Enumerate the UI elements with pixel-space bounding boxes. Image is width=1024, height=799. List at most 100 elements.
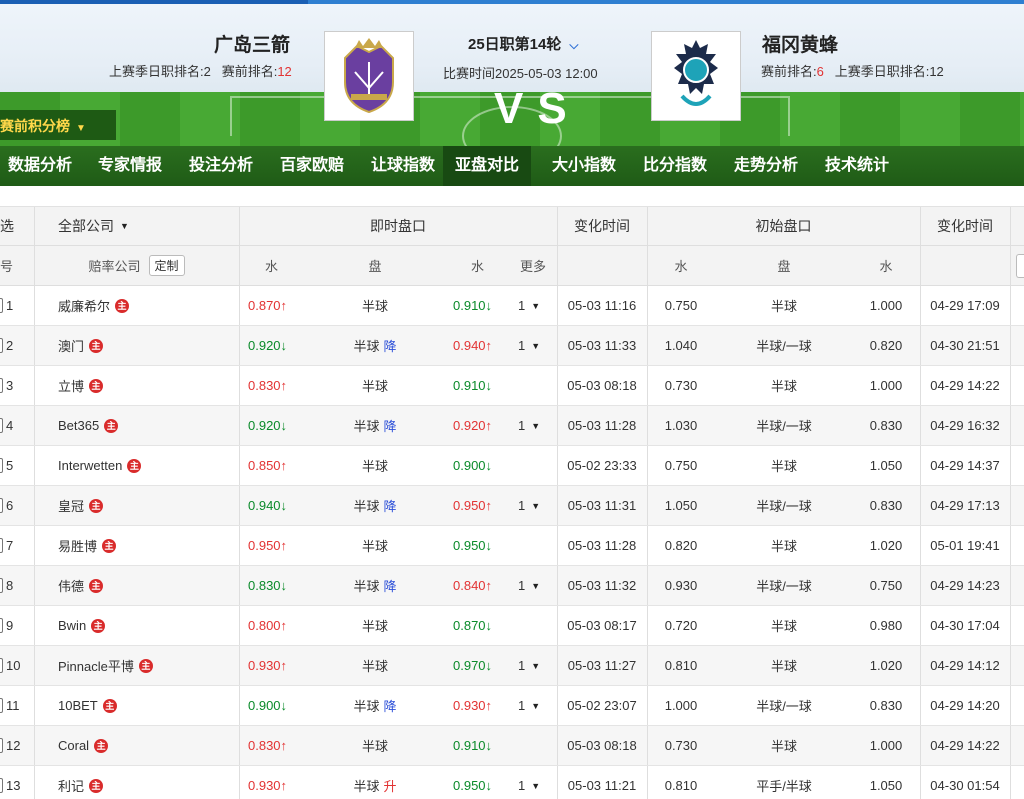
- live-water-home[interactable]: 0.930 ↑: [248, 766, 308, 799]
- live-water-away[interactable]: 0.910 ↓: [453, 366, 513, 405]
- row-checkbox[interactable]: [0, 298, 3, 313]
- company-cell[interactable]: 皇冠主: [58, 486, 238, 525]
- more-dropdown[interactable]: 1 ▼: [518, 406, 548, 445]
- more-dropdown[interactable]: 1 ▼: [518, 326, 548, 365]
- live-handicap[interactable]: 半球降: [330, 406, 420, 445]
- company-cell[interactable]: 澳门主: [58, 326, 238, 365]
- live-water-home[interactable]: 0.830 ↑: [248, 726, 308, 765]
- live-water-home[interactable]: 0.830 ↓: [248, 566, 308, 605]
- nav-tab[interactable]: 亚盘对比: [443, 146, 531, 186]
- live-water-away[interactable]: 0.910 ↓: [453, 726, 513, 765]
- company-cell[interactable]: 立博主: [58, 366, 238, 405]
- away-team-logo[interactable]: [651, 31, 741, 121]
- nav-tab[interactable]: 走势分析: [728, 146, 804, 186]
- live-water-home[interactable]: 0.830 ↑: [248, 366, 308, 405]
- company-cell[interactable]: Bwin 主: [58, 606, 238, 645]
- live-handicap[interactable]: 半球: [330, 606, 420, 645]
- away-team-name[interactable]: 福冈黄蜂: [762, 30, 838, 57]
- company-filter-dropdown[interactable]: 全部公司 ▼: [34, 207, 239, 245]
- row-checkbox[interactable]: [0, 538, 3, 553]
- live-handicap[interactable]: 半球降: [330, 566, 420, 605]
- nav-tab[interactable]: 数据分析: [2, 146, 78, 186]
- table-row[interactable]: 5 Interwetten 主 0.850 ↑ 半球 0.900 ↓ 05-02 23:33 0.…: [0, 446, 1024, 486]
- live-water-away[interactable]: 0.970 ↓: [453, 646, 513, 685]
- live-water-away[interactable]: 0.870 ↓: [453, 606, 513, 645]
- table-row[interactable]: 3 立博主 0.830 ↑ 半球 0.910 ↓ 05-03 08:18 0.730 半球 1.00…: [0, 366, 1024, 406]
- live-water-away[interactable]: 0.840 ↑: [453, 566, 513, 605]
- nav-tab[interactable]: 让球指数: [365, 146, 441, 186]
- more-dropdown[interactable]: 1 ▼: [518, 766, 548, 799]
- table-row[interactable]: 4 Bet365 主 0.920 ↓ 半球降 0.920 ↑ 1 ▼ 05-03 11:28 1.03…: [0, 406, 1024, 446]
- row-checkbox[interactable]: [0, 578, 3, 593]
- company-cell[interactable]: Bet365 主: [58, 406, 238, 445]
- standings-button[interactable]: 赛前积分榜 ▼: [0, 110, 116, 140]
- table-row[interactable]: 2 澳门主 0.920 ↓ 半球降 0.940 ↑ 1 ▼ 05-03 11:33 1.040 半球/…: [0, 326, 1024, 366]
- live-water-away[interactable]: 0.920 ↑: [453, 406, 513, 445]
- table-row[interactable]: 7 易胜博主 0.950 ↑ 半球 0.950 ↓ 05-03 11:28 0.820 半球 1.0…: [0, 526, 1024, 566]
- live-water-away[interactable]: 0.950 ↓: [453, 766, 513, 799]
- custom-button[interactable]: 定制: [148, 255, 185, 276]
- table-row[interactable]: 8 伟德主 0.830 ↓ 半球降 0.840 ↑ 1 ▼ 05-03 11:32 0.930 半球/…: [0, 566, 1024, 606]
- home-team-name[interactable]: 广岛三箭: [214, 30, 290, 57]
- row-checkbox[interactable]: [0, 778, 3, 793]
- live-water-away[interactable]: 0.930 ↑: [453, 686, 513, 725]
- live-handicap[interactable]: 半球: [330, 366, 420, 405]
- table-row[interactable]: 12 Coral 主 0.830 ↑ 半球 0.910 ↓ 05-03 08:18 0.730 半球…: [0, 726, 1024, 766]
- nav-tab[interactable]: 投注分析: [183, 146, 259, 186]
- row-checkbox[interactable]: [0, 618, 3, 633]
- table-row[interactable]: 1 威廉希尔主 0.870 ↑ 半球 0.910 ↓ 1 ▼ 05-03 11:16 0.750 半球…: [0, 286, 1024, 326]
- company-cell[interactable]: 威廉希尔主: [58, 286, 238, 325]
- row-checkbox[interactable]: [0, 698, 3, 713]
- live-handicap[interactable]: 半球降: [330, 686, 420, 725]
- live-water-home[interactable]: 0.950 ↑: [248, 526, 308, 565]
- row-checkbox[interactable]: [0, 498, 3, 513]
- more-dropdown[interactable]: 1 ▼: [518, 486, 548, 525]
- live-water-home[interactable]: 0.930 ↑: [248, 646, 308, 685]
- live-water-away[interactable]: 0.900 ↓: [453, 446, 513, 485]
- live-water-home[interactable]: 0.920 ↓: [248, 406, 308, 445]
- company-cell[interactable]: 伟德主: [58, 566, 238, 605]
- table-row[interactable]: 6 皇冠主 0.940 ↓ 半球降 0.950 ↑ 1 ▼ 05-03 11:31 1.050 半球/…: [0, 486, 1024, 526]
- nav-tab[interactable]: 专家情报: [92, 146, 168, 186]
- table-row[interactable]: 13 利记主 0.930 ↑ 半球升 0.950 ↓ 1 ▼ 05-03 11:21 0.810 平手…: [0, 766, 1024, 799]
- home-team-logo[interactable]: [324, 31, 414, 121]
- company-cell[interactable]: 利记主: [58, 766, 238, 799]
- more-dropdown[interactable]: 1 ▼: [518, 686, 548, 725]
- live-water-home[interactable]: 0.800 ↑: [248, 606, 308, 645]
- live-water-away[interactable]: 0.940 ↑: [453, 326, 513, 365]
- table-row[interactable]: 9 Bwin 主 0.800 ↑ 半球 0.870 ↓ 05-03 08:17 0.720 半球 0.…: [0, 606, 1024, 646]
- live-water-home[interactable]: 0.940 ↓: [248, 486, 308, 525]
- company-cell[interactable]: 10BET 主: [58, 686, 238, 725]
- nav-tab[interactable]: 技术统计: [819, 146, 895, 186]
- row-checkbox[interactable]: [0, 338, 3, 353]
- live-handicap[interactable]: 半球: [330, 526, 420, 565]
- round-selector[interactable]: 25日职第14轮 ⌵: [468, 33, 578, 54]
- row-checkbox[interactable]: [0, 658, 3, 673]
- company-cell[interactable]: Coral 主: [58, 726, 238, 765]
- live-handicap[interactable]: 半球降: [330, 486, 420, 525]
- live-water-away[interactable]: 0.910 ↓: [453, 286, 513, 325]
- table-row[interactable]: 10 Pinnacle平博主 0.930 ↑ 半球 0.970 ↓ 1 ▼ 05-03 11:27…: [0, 646, 1024, 686]
- row-checkbox[interactable]: [0, 458, 3, 473]
- company-cell[interactable]: Pinnacle平博主: [58, 646, 238, 685]
- more-dropdown[interactable]: 1 ▼: [518, 286, 548, 325]
- live-water-home[interactable]: 0.900 ↓: [248, 686, 308, 725]
- live-handicap[interactable]: 半球升: [330, 766, 420, 799]
- table-row[interactable]: 11 10BET 主 0.900 ↓ 半球降 0.930 ↑ 1 ▼ 05-02 23:07 1.00…: [0, 686, 1024, 726]
- live-water-home[interactable]: 0.870 ↑: [248, 286, 308, 325]
- live-handicap[interactable]: 半球: [330, 726, 420, 765]
- live-handicap[interactable]: 半球: [330, 646, 420, 685]
- live-water-away[interactable]: 0.950 ↓: [453, 526, 513, 565]
- row-checkbox[interactable]: [0, 378, 3, 393]
- more-dropdown[interactable]: 1 ▼: [518, 646, 548, 685]
- more-dropdown[interactable]: 1 ▼: [518, 566, 548, 605]
- live-water-away[interactable]: 0.950 ↑: [453, 486, 513, 525]
- company-cell[interactable]: Interwetten 主: [58, 446, 238, 485]
- live-handicap[interactable]: 半球: [330, 446, 420, 485]
- nav-tab[interactable]: 大小指数: [546, 146, 622, 186]
- live-water-home[interactable]: 0.920 ↓: [248, 326, 308, 365]
- live-handicap[interactable]: 半球: [330, 286, 420, 325]
- row-checkbox[interactable]: [0, 418, 3, 433]
- extra-control[interactable]: [1016, 254, 1024, 278]
- nav-tab[interactable]: 百家欧赔: [274, 146, 350, 186]
